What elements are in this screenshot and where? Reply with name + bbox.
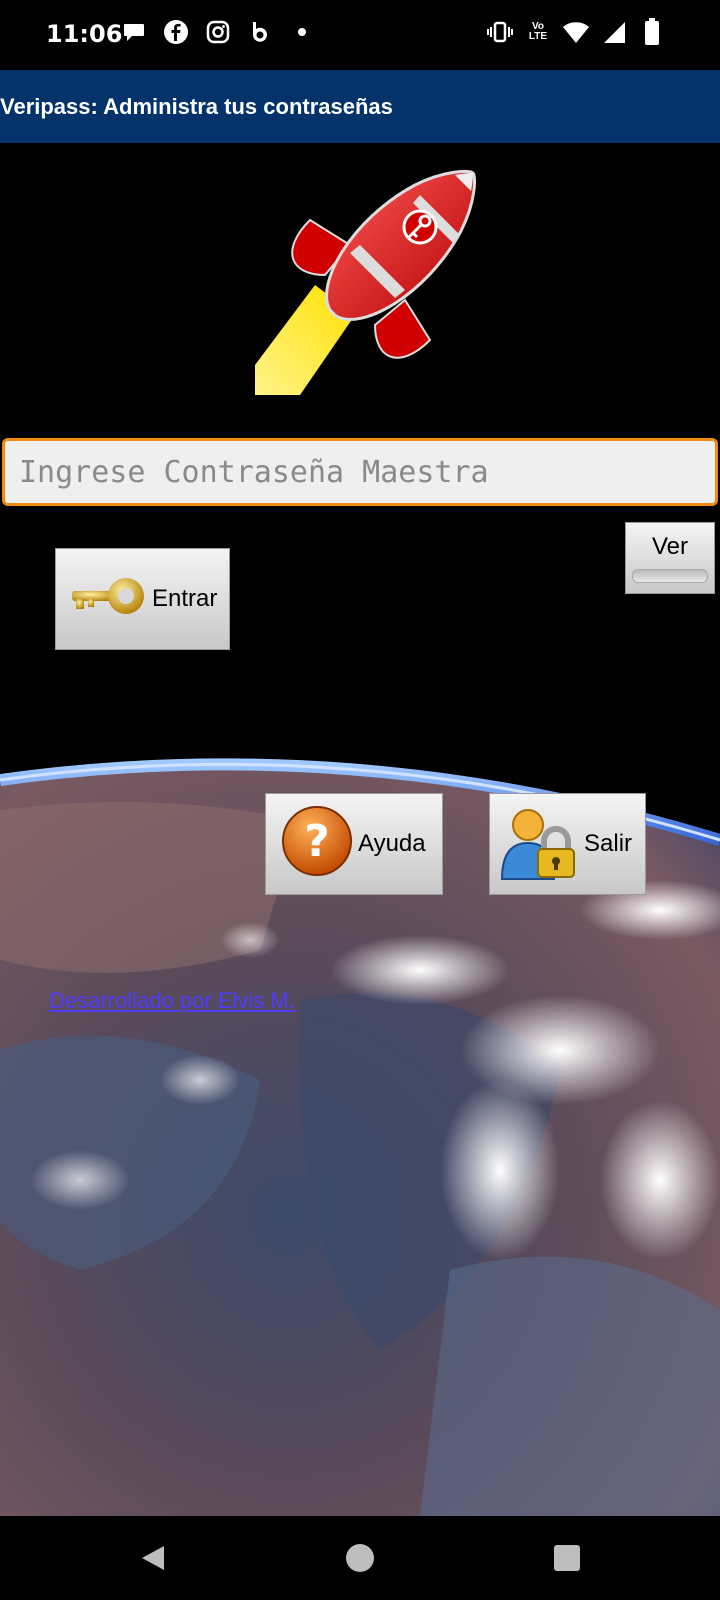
wifi-icon xyxy=(562,18,590,46)
exit-button[interactable]: Salir xyxy=(489,793,646,895)
toggle-indicator xyxy=(632,569,708,583)
back-icon[interactable] xyxy=(131,1536,175,1580)
show-password-toggle-button[interactable]: Ver xyxy=(625,522,715,594)
developer-credit-link[interactable]: Desarrollado por Elvis M. xyxy=(49,988,295,1014)
cell-signal-icon xyxy=(600,18,628,46)
show-password-label: Ver xyxy=(651,533,689,560)
facebook-icon xyxy=(162,18,190,46)
rocket-logo-image xyxy=(255,165,485,395)
notification-icons xyxy=(120,18,316,46)
master-password-input[interactable] xyxy=(2,438,718,506)
system-status-icons: Vo LTE xyxy=(486,18,666,46)
recents-icon[interactable] xyxy=(545,1536,589,1580)
vibrate-icon xyxy=(486,18,514,46)
app-title-bar: Veripass: Administra tus contraseñas xyxy=(0,70,720,143)
volte-icon: Vo LTE xyxy=(528,21,548,42)
status-time: 11:06 xyxy=(46,20,123,48)
app-title: Veripass: Administra tus contraseñas xyxy=(0,94,393,119)
chat-bubble-icon xyxy=(120,18,148,46)
user-lock-icon xyxy=(500,801,580,888)
help-label: Ayuda xyxy=(358,830,426,857)
status-bar: 11:06 Vo LTE xyxy=(0,0,720,70)
svg-text:?: ? xyxy=(304,816,330,867)
enter-button[interactable]: Entrar xyxy=(55,548,230,650)
home-icon[interactable] xyxy=(338,1536,382,1580)
exit-label: Salir xyxy=(584,830,633,857)
instagram-icon xyxy=(204,18,232,46)
dot-icon xyxy=(288,18,316,46)
help-button[interactable]: ? Ayuda xyxy=(265,793,443,895)
system-navigation-bar xyxy=(0,1516,720,1600)
battery-icon xyxy=(638,18,666,46)
question-mark-icon: ? xyxy=(280,804,354,885)
key-icon xyxy=(68,571,148,628)
beats-icon xyxy=(246,18,274,46)
enter-label: Entrar xyxy=(152,585,218,612)
